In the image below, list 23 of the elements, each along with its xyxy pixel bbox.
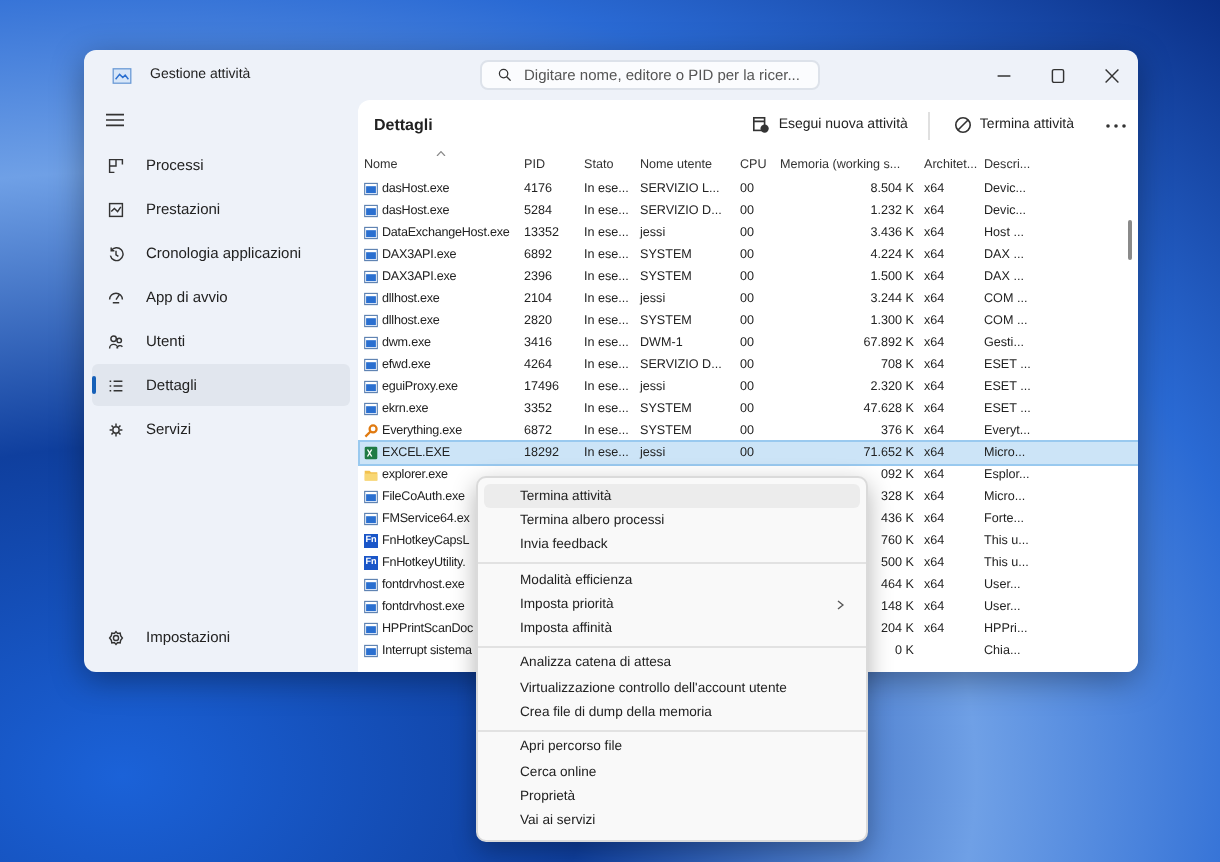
menu-icon[interactable]	[106, 112, 124, 128]
settings-icon	[108, 629, 124, 645]
scrollbar-thumb[interactable]	[1128, 220, 1132, 260]
chevron-right-icon	[836, 599, 844, 610]
sort-caret-icon[interactable]	[436, 150, 446, 156]
list-icon	[108, 377, 124, 393]
spreadsheet-icon	[364, 446, 378, 460]
app-icon	[112, 67, 132, 83]
maximize-icon[interactable]	[1049, 67, 1065, 83]
gauge-icon	[108, 289, 124, 305]
close-icon[interactable]	[1103, 67, 1119, 83]
users-icon	[108, 333, 124, 349]
block-icon	[953, 116, 972, 134]
gear-icon	[108, 421, 124, 437]
search-icon	[498, 68, 512, 82]
window-plus-icon	[752, 116, 771, 134]
grid-icon	[108, 157, 124, 173]
key-icon	[364, 424, 378, 438]
more-icon[interactable]	[1106, 121, 1126, 129]
folder-icon	[364, 468, 378, 482]
panel-title: Dettagli	[374, 116, 433, 134]
chart-icon	[108, 201, 124, 217]
history-icon	[108, 245, 124, 261]
